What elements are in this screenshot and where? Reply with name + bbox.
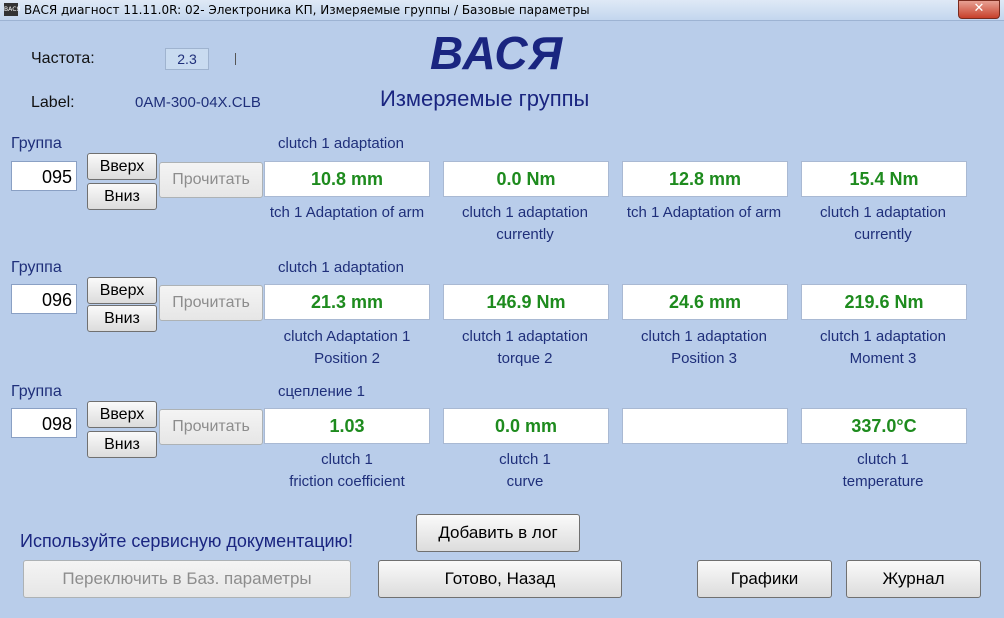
frequency-value: 2.3 xyxy=(165,48,209,70)
value-caption: clutch 1 adaptation torque 2 xyxy=(462,328,588,367)
value-field: 0.0 Nm xyxy=(443,161,609,197)
value-caption: clutch 1 friction coefficient xyxy=(289,451,405,490)
label-file: 0AM-300-04X.CLB xyxy=(135,94,261,111)
service-doc-note: Используйте сервисную документацию! xyxy=(20,531,354,551)
value-caption: clutch 1 adaptation currently xyxy=(820,204,946,243)
value-field xyxy=(622,408,788,444)
value-field: 12.8 mm xyxy=(622,161,788,197)
value-caption: clutch 1 adaptation currently xyxy=(462,204,588,243)
read-button[interactable]: Прочитать xyxy=(159,162,263,198)
value-caption: clutch 1 curve xyxy=(499,451,551,490)
value-caption: clutch 1 adaptation Position 3 xyxy=(641,328,767,367)
group-title: clutch 1 adaptation xyxy=(278,135,404,152)
group-up-button[interactable]: Вверх xyxy=(87,401,157,428)
value-field: 1.03 xyxy=(264,408,430,444)
value-caption: clutch Adaptation 1 Position 2 xyxy=(283,328,411,367)
journal-button[interactable]: Журнал xyxy=(846,560,981,598)
value-field: 0.0 mm xyxy=(443,408,609,444)
group-number-input[interactable]: 098 xyxy=(11,408,77,438)
group-label: Группа xyxy=(11,259,62,276)
group-down-button[interactable]: Вниз xyxy=(87,305,157,332)
group-up-button[interactable]: Вверх xyxy=(87,153,157,180)
label-caption: Label: xyxy=(31,94,75,111)
read-button[interactable]: Прочитать xyxy=(159,285,263,321)
value-caption: clutch 1 temperature xyxy=(842,451,924,490)
done-back-button[interactable]: Готово, Назад xyxy=(378,560,622,598)
charts-button[interactable]: Графики xyxy=(697,560,832,598)
add-to-log-button[interactable]: Добавить в лог xyxy=(416,514,580,552)
group-number-input[interactable]: 096 xyxy=(11,284,77,314)
brand-logo: ВАСЯ xyxy=(430,27,564,79)
group-down-button[interactable]: Вниз xyxy=(87,183,157,210)
value-caption: tch 1 Adaptation of arm xyxy=(269,204,425,221)
group-label: Группа xyxy=(11,135,62,152)
group-title: clutch 1 adaptation xyxy=(278,259,404,276)
window-title: ВАСЯ диагност 11.11.0R: 02- Электроника … xyxy=(24,3,590,17)
close-icon[interactable]: ✕ xyxy=(958,0,1000,19)
group-down-button[interactable]: Вниз xyxy=(87,431,157,458)
read-button[interactable]: Прочитать xyxy=(159,409,263,445)
group-up-button[interactable]: Вверх xyxy=(87,277,157,304)
title-bar: ВАСЯ ВАСЯ диагност 11.11.0R: 02- Электро… xyxy=(0,0,1004,21)
value-field: 146.9 Nm xyxy=(443,284,609,320)
group-number-input[interactable]: 095 xyxy=(11,161,77,191)
value-caption: tch 1 Adaptation of arm xyxy=(626,204,782,221)
main-window: ВАСЯ ВАСЯ диагност 11.11.0R: 02- Электро… xyxy=(0,0,1004,618)
value-field: 10.8 mm xyxy=(264,161,430,197)
page-title: Измеряемые группы xyxy=(380,86,590,111)
value-field: 15.4 Nm xyxy=(801,161,967,197)
value-field: 24.6 mm xyxy=(622,284,788,320)
value-field: 337.0°C xyxy=(801,408,967,444)
value-caption: clutch 1 adaptation Moment 3 xyxy=(820,328,946,367)
group-title: сцепление 1 xyxy=(278,383,365,400)
frequency-indicator xyxy=(235,53,236,65)
switch-basic-params-button[interactable]: Переключить в Баз. параметры xyxy=(23,560,351,598)
value-field: 21.3 mm xyxy=(264,284,430,320)
app-icon: ВАСЯ xyxy=(4,3,21,16)
group-label: Группа xyxy=(11,383,62,400)
value-field: 219.6 Nm xyxy=(801,284,967,320)
client-area: Частота: 2.3 Label: 0AM-300-04X.CLB ВАСЯ… xyxy=(4,22,999,614)
frequency-label: Частота: xyxy=(31,50,95,67)
